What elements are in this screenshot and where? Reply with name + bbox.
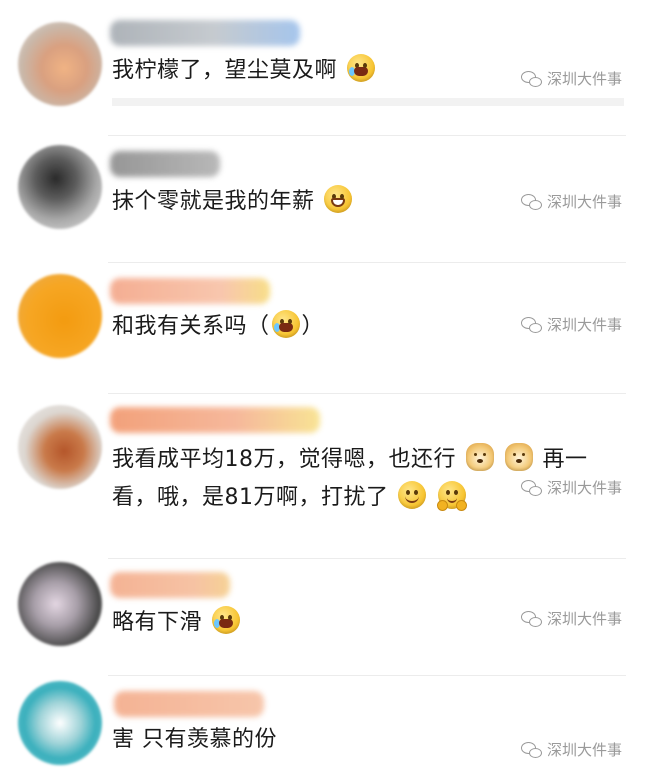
hug-emoji-icon [436, 481, 467, 511]
comment-text: 略有下滑 [112, 604, 242, 642]
doge-emoji-icon [465, 443, 494, 471]
user-name-blurred[interactable] [110, 20, 300, 46]
comment-item: 我柠檬了，望尘莫及啊 深圳大件事 [0, 0, 654, 130]
watermark-text: 深圳大件事 [546, 316, 622, 334]
comment-item: 和我有关系吗（ ） 深圳大件事 [0, 262, 654, 390]
watermark-text: 深圳大件事 [546, 610, 622, 628]
comment-item: 我看成平均18万，觉得嗯，也还行 再一 看，哦，是81万啊，打扰了 深圳大件事 [0, 393, 654, 558]
comment-text: 我柠檬了，望尘莫及啊 [112, 52, 377, 90]
avatar[interactable] [18, 681, 102, 765]
watermark: 深圳大件事 [520, 608, 622, 629]
laugh-cry-emoji-icon [346, 54, 375, 82]
comment-text-content: 害 只有羡慕的份 [112, 727, 277, 752]
watermark: 深圳大件事 [520, 314, 622, 335]
comment-text-content: 略有下滑 [112, 610, 203, 635]
watermark: 深圳大件事 [520, 68, 622, 89]
comment-text-line2-content: 看，哦，是81万啊，打扰了 [112, 485, 389, 510]
wechat-icon [520, 70, 543, 87]
comment-item: 略有下滑 深圳大件事 [0, 558, 654, 673]
wechat-icon [520, 741, 543, 758]
comment-text-content: 我柠檬了，望尘莫及啊 [112, 58, 338, 83]
laugh-cry-emoji-icon [211, 606, 240, 634]
comment-text-line1-suffix: 再一 [542, 447, 588, 472]
comment-text-content: 抹个零就是我的年薪 [112, 189, 315, 214]
wechat-icon [520, 610, 543, 627]
comment-item: 害 只有羡慕的份 深圳大件事 [0, 675, 654, 769]
watermark-text: 深圳大件事 [546, 193, 622, 211]
avatar[interactable] [18, 274, 102, 358]
avatar[interactable] [18, 562, 102, 646]
smile-emoji-icon [398, 481, 426, 509]
comment-text-line2: 看，哦，是81万啊，打扰了 [112, 479, 468, 517]
user-name-blurred[interactable] [110, 407, 320, 433]
avatar[interactable] [18, 405, 102, 489]
comment-text: 抹个零就是我的年薪 [112, 183, 354, 221]
doge-emoji-icon [505, 443, 533, 471]
user-name-blurred[interactable] [110, 572, 230, 598]
comment-text-content: 和我有关系吗（ [112, 314, 270, 339]
watermark-text: 深圳大件事 [546, 741, 622, 759]
watermark-text: 深圳大件事 [546, 479, 622, 497]
comment-text: 我看成平均18万，觉得嗯，也还行 再一 [112, 441, 588, 479]
wechat-icon [520, 193, 543, 210]
avatar[interactable] [18, 22, 102, 106]
blurred-bar [112, 98, 624, 106]
watermark: 深圳大件事 [520, 739, 622, 760]
watermark: 深圳大件事 [520, 477, 622, 498]
avatar[interactable] [18, 145, 102, 229]
wechat-icon [520, 316, 543, 333]
comment-text-line1: 我看成平均18万，觉得嗯，也还行 [112, 447, 456, 472]
grin-emoji-icon [324, 185, 353, 213]
wechat-icon [520, 479, 543, 496]
watermark-text: 深圳大件事 [546, 70, 622, 88]
user-name-blurred[interactable] [110, 278, 270, 304]
crying-emoji-icon [271, 310, 300, 338]
comment-text-suffix: ） [301, 314, 325, 339]
watermark: 深圳大件事 [520, 191, 622, 212]
user-name-blurred[interactable] [110, 151, 220, 177]
comment-text: 害 只有羡慕的份 [112, 721, 277, 759]
comment-item: 抹个零就是我的年薪 深圳大件事 [0, 135, 654, 260]
user-name-blurred[interactable] [114, 691, 264, 717]
comment-text: 和我有关系吗（ ） [112, 308, 324, 346]
